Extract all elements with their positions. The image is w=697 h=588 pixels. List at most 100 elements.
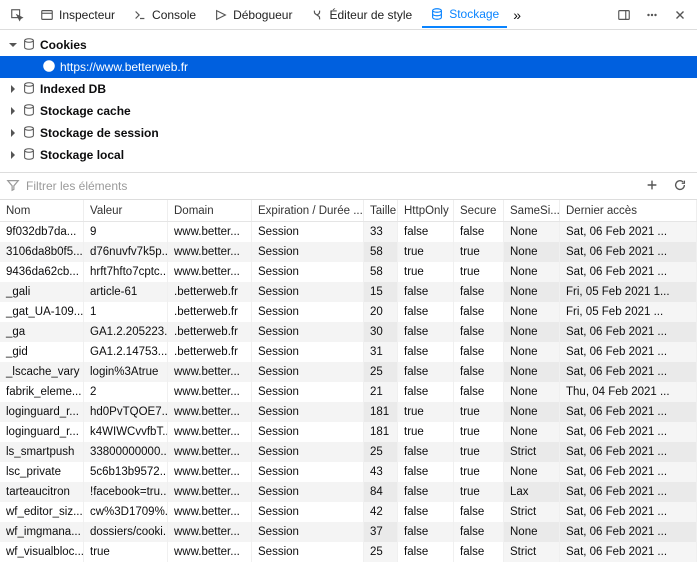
refresh-button[interactable]: [669, 178, 691, 195]
cell-httponly: true: [398, 262, 454, 282]
cell-samesite: None: [504, 462, 560, 482]
cell-secure: true: [454, 482, 504, 502]
cell-expiration: Session: [252, 422, 364, 442]
cell-last: Sat, 06 Feb 2021 ...: [560, 542, 697, 562]
cell-size: 25: [364, 442, 398, 462]
tree-label: Stockage de session: [40, 126, 159, 140]
table-row[interactable]: _gidGA1.2.14753....betterweb.frSession31…: [0, 342, 697, 362]
table-row[interactable]: loginguard_r...k4WIWCvvfbT...www.better.…: [0, 422, 697, 442]
cell-name: wf_editor_siz...: [0, 502, 84, 522]
tab-storage[interactable]: Stockage: [422, 2, 507, 28]
table-row[interactable]: loginguard_r...hd0PvTQOE7...www.better..…: [0, 402, 697, 422]
cell-size: 42: [364, 502, 398, 522]
tabs-overflow-icon[interactable]: »: [509, 7, 525, 23]
cell-domain: www.better...: [168, 422, 252, 442]
table-row[interactable]: _galiarticle-61.betterweb.frSession15fal…: [0, 282, 697, 302]
cell-last: Sat, 06 Feb 2021 ...: [560, 522, 697, 542]
cell-samesite: Lax: [504, 482, 560, 502]
tree-local-storage[interactable]: Stockage local: [0, 144, 697, 166]
table-header[interactable]: Nom Valeur Domain Expiration / Durée ...…: [0, 200, 697, 222]
debugger-icon: [214, 8, 228, 22]
cell-secure: true: [454, 402, 504, 422]
cell-value: true: [84, 542, 168, 562]
tree-site-betterweb[interactable]: https://www.betterweb.fr: [0, 56, 697, 78]
tree-session-storage[interactable]: Stockage de session: [0, 122, 697, 144]
storage-icon: [22, 37, 36, 54]
cell-value: dossiers/cooki...: [84, 522, 168, 542]
tree-cookies[interactable]: Cookies: [0, 34, 697, 56]
tab-style-editor[interactable]: Éditeur de style: [302, 2, 420, 28]
kebab-menu-icon[interactable]: [639, 2, 665, 28]
col-domain[interactable]: Domain: [168, 200, 252, 221]
table-row[interactable]: wf_imgmana...dossiers/cooki...www.better…: [0, 522, 697, 542]
table-row[interactable]: lsc_private5c6b13b9572...www.better...Se…: [0, 462, 697, 482]
cell-httponly: false: [398, 382, 454, 402]
filter-input[interactable]: [26, 179, 635, 193]
table-row[interactable]: tarteaucitron!facebook=tru...www.better.…: [0, 482, 697, 502]
cell-samesite: None: [504, 402, 560, 422]
cell-value: 2: [84, 382, 168, 402]
cell-value: GA1.2.205223...: [84, 322, 168, 342]
tree-indexeddb[interactable]: Indexed DB: [0, 78, 697, 100]
cell-last: Fri, 05 Feb 2021 ...: [560, 302, 697, 322]
col-value[interactable]: Valeur: [84, 200, 168, 221]
cell-name: ls_smartpush: [0, 442, 84, 462]
cell-samesite: None: [504, 422, 560, 442]
col-expiration[interactable]: Expiration / Durée ...: [252, 200, 364, 221]
cell-last: Thu, 04 Feb 2021 ...: [560, 382, 697, 402]
close-icon[interactable]: [667, 2, 693, 28]
table-row[interactable]: _gat_UA-109...1.betterweb.frSession20fal…: [0, 302, 697, 322]
tree-cache-storage[interactable]: Stockage cache: [0, 100, 697, 122]
cell-expiration: Session: [252, 482, 364, 502]
cell-last: Sat, 06 Feb 2021 ...: [560, 342, 697, 362]
cell-httponly: false: [398, 542, 454, 562]
col-size[interactable]: Taille: [364, 200, 398, 221]
table-row[interactable]: fabrik_eleme...2www.better...Session21fa…: [0, 382, 697, 402]
table-row[interactable]: _lscache_varylogin%3Atruewww.better...Se…: [0, 362, 697, 382]
cell-name: _gali: [0, 282, 84, 302]
storage-tree: Cookies https://www.betterweb.fr Indexed…: [0, 30, 697, 172]
col-secure[interactable]: Secure: [454, 200, 504, 221]
table-row[interactable]: wf_editor_siz...cw%3D1709%...www.better.…: [0, 502, 697, 522]
cell-httponly: false: [398, 502, 454, 522]
table-row[interactable]: 9f032db7da...9www.better...Session33fals…: [0, 222, 697, 242]
col-name[interactable]: Nom: [0, 200, 84, 221]
cell-value: hd0PvTQOE7...: [84, 402, 168, 422]
table-row[interactable]: 3106da8b0f5...d76nuvfv7k5p...www.better.…: [0, 242, 697, 262]
inspector-icon: [40, 8, 54, 22]
col-samesite[interactable]: SameSi...: [504, 200, 560, 221]
dock-side-icon[interactable]: [611, 2, 637, 28]
cell-size: 31: [364, 342, 398, 362]
cell-httponly: false: [398, 322, 454, 342]
cell-size: 37: [364, 522, 398, 542]
pick-element-icon[interactable]: [4, 2, 30, 28]
table-row[interactable]: ls_smartpush33800000000...www.better...S…: [0, 442, 697, 462]
twisty-right-icon: [8, 148, 18, 162]
cell-value: GA1.2.14753...: [84, 342, 168, 362]
tab-inspector[interactable]: Inspecteur: [32, 2, 123, 28]
cell-httponly: false: [398, 522, 454, 542]
cell-size: 20: [364, 302, 398, 322]
cell-httponly: false: [398, 342, 454, 362]
add-button[interactable]: [641, 178, 663, 195]
cell-value: 1: [84, 302, 168, 322]
cell-last: Sat, 06 Feb 2021 ...: [560, 502, 697, 522]
col-last[interactable]: Dernier accès: [560, 200, 697, 221]
globe-icon: [42, 59, 56, 76]
cell-secure: false: [454, 282, 504, 302]
cell-samesite: None: [504, 362, 560, 382]
tab-debugger[interactable]: Débogueur: [206, 2, 300, 28]
cell-name: wf_imgmana...: [0, 522, 84, 542]
col-httponly[interactable]: HttpOnly: [398, 200, 454, 221]
tab-label: Console: [152, 8, 196, 22]
table-row[interactable]: _gaGA1.2.205223....betterweb.frSession30…: [0, 322, 697, 342]
table-row[interactable]: wf_visualbloc...truewww.better...Session…: [0, 542, 697, 562]
cell-secure: false: [454, 322, 504, 342]
cell-domain: www.better...: [168, 462, 252, 482]
storage-icon: [22, 125, 36, 142]
cell-size: 181: [364, 402, 398, 422]
cell-domain: www.better...: [168, 362, 252, 382]
table-row[interactable]: 9436da62cb...hrft7hfto7cptc...www.better…: [0, 262, 697, 282]
tab-console[interactable]: Console: [125, 2, 204, 28]
cell-httponly: false: [398, 282, 454, 302]
